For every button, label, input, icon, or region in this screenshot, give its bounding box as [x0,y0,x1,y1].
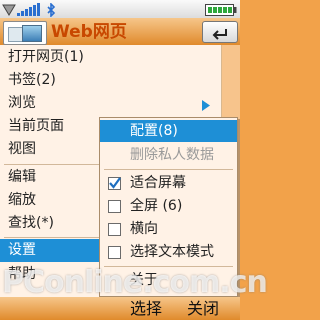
submenu-item-delete-private-data: 删除私人数据 [100,144,237,166]
submenu-item-label: 删除私人数据 [130,147,214,163]
settings-submenu: 配置(8) 删除私人数据 适合屏幕 全屏 (6) 横向 选择文本模式 关于 [99,117,238,297]
checkbox-unchecked-icon[interactable] [108,200,121,213]
menu-item-label: 打开网页(1) [8,49,84,65]
status-bar [0,0,240,18]
close-softkey[interactable]: 关闭 [168,297,238,320]
menu-item-bookmarks[interactable]: 书签(2) [0,69,221,92]
menu-item-label: 帮助 [8,266,36,282]
submenu-item-label: 选择文本模式 [130,244,214,260]
submenu-item-label: 适合屏幕 [130,175,186,191]
back-button[interactable] [202,21,238,43]
web-page-thumbnail-icon [22,25,42,42]
checkbox-checked-icon[interactable] [108,177,121,190]
page-title: Web网页 [51,22,127,42]
checkbox-unchecked-icon[interactable] [108,223,121,236]
menu-item-open-page[interactable]: 打开网页(1) [0,46,221,69]
submenu-item-configuration[interactable]: 配置(8) [100,120,237,142]
menu-item-label: 设置 [8,242,36,258]
menu-item-label: 编辑 [8,169,36,185]
menu-item-label: 缩放 [8,192,36,208]
submenu-divider [104,266,233,267]
submenu-item-fit-screen[interactable]: 适合屏幕 [100,172,237,194]
submenu-item-label: 配置(8) [130,123,178,139]
submenu-item-landscape[interactable]: 横向 [100,218,237,240]
menu-item-label: 查找(*) [8,215,54,231]
menu-item-label: 当前页面 [8,118,64,134]
submenu-item-label: 横向 [130,221,158,237]
submenu-item-label: 全屏 (6) [130,198,183,214]
menu-item-label: 书签(2) [8,72,56,88]
checkbox-unchecked-icon[interactable] [108,246,121,259]
submenu-divider [104,169,233,170]
submenu-item-about[interactable]: 关于 [100,269,237,291]
submenu-item-label: 关于 [130,272,158,288]
submenu-item-text-select-mode[interactable]: 选择文本模式 [100,241,237,263]
menu-item-label: 浏览 [8,95,36,111]
menu-item-label: 视图 [8,141,36,157]
browser-app-icon [3,21,47,45]
menu-item-browse[interactable]: 浏览 [0,92,221,115]
back-arrow-icon [210,25,230,44]
submenu-item-full-screen[interactable]: 全屏 (6) [100,195,237,217]
